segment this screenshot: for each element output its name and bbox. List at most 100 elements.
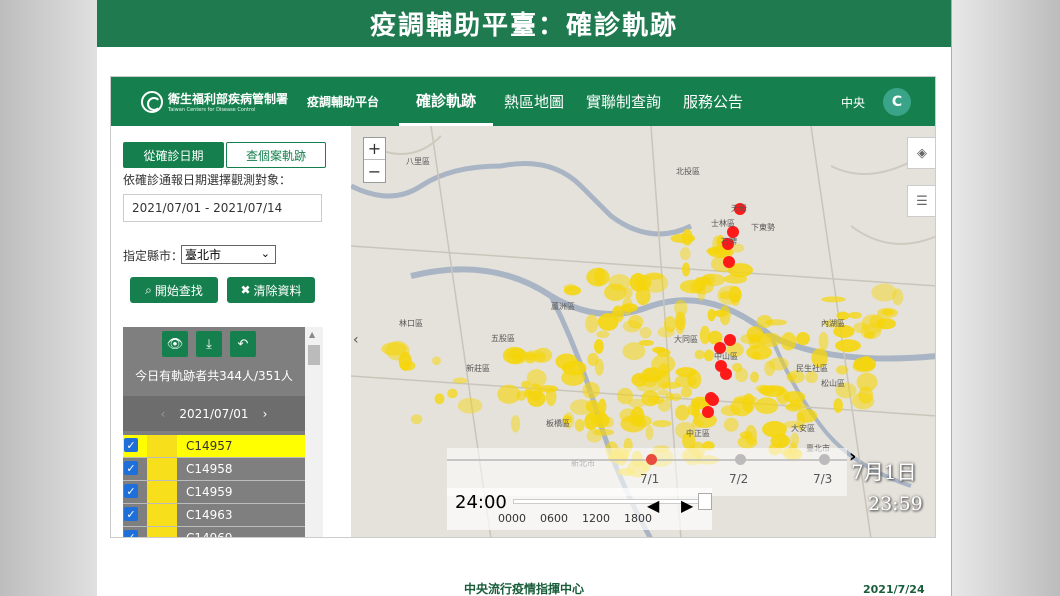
case-row[interactable]: ✓ C14957 [123, 435, 305, 458]
layers-icon[interactable]: ◈ [907, 137, 935, 169]
start-search-button[interactable]: ⌕ 開始查找 [130, 277, 218, 303]
next-date-chevron-icon[interactable]: › [263, 407, 268, 421]
nav-item-announcements[interactable]: 服務公告 [672, 77, 754, 126]
heatmap-blob [853, 357, 877, 372]
background-left [0, 0, 97, 596]
zoom-out-button[interactable]: − [364, 160, 385, 182]
prev-date-chevron-icon[interactable]: ‹ [161, 407, 166, 421]
heatmap-blob [853, 322, 869, 334]
start-search-label: 開始查找 [154, 283, 203, 298]
heatmap-blob [645, 425, 654, 441]
time-player: 24:00 0000 0600 1200 1800 [447, 488, 712, 530]
chevron-down-icon: ⌄ [260, 247, 270, 260]
case-list-scrollbar[interactable]: ▲ [305, 327, 323, 537]
time-tick: 0600 [540, 512, 568, 525]
heatmap-blob [892, 288, 904, 306]
scroll-up-arrow-icon[interactable]: ▲ [309, 330, 315, 339]
time-slider-thumb[interactable] [698, 493, 712, 510]
date-range-input[interactable]: 2021/07/01 - 2021/07/14 [123, 194, 322, 222]
track-point[interactable] [702, 406, 714, 418]
track-point[interactable] [723, 256, 735, 268]
case-row[interactable]: ✓ C14959 [123, 481, 305, 504]
heatmap-blob [410, 414, 423, 425]
tab-by-confirm-date[interactable]: 從確診日期 [123, 142, 224, 168]
heatmap-blob [701, 273, 726, 287]
collapse-panel-chevron-icon[interactable]: ‹ [353, 332, 359, 348]
track-point[interactable] [720, 368, 732, 380]
heatmap-blob [582, 381, 600, 399]
timeline-dot-7-2[interactable] [735, 454, 746, 465]
place-label: 大同區 [674, 334, 698, 344]
heatmap-blob [665, 392, 674, 401]
undo-icon[interactable]: ↶ [230, 331, 256, 357]
zoom-control: + − [363, 137, 386, 183]
timeline-label: 7/2 [729, 472, 749, 486]
nav-item-case-tracks[interactable]: 確診軌跡 [399, 77, 494, 126]
heatmap-blob [681, 228, 693, 246]
footer-date: 2021/7/24 [863, 583, 925, 596]
case-checkbox[interactable]: ✓ [124, 461, 138, 475]
place-label: 中正區 [686, 428, 710, 438]
date-hint: 依確診通報日期選擇觀測對象： [123, 173, 292, 187]
case-checkbox[interactable]: ✓ [124, 438, 138, 452]
download-icon[interactable]: ⤓ [196, 331, 222, 357]
heatmap-blob [750, 371, 760, 383]
heatmap-blob [786, 373, 798, 380]
presentation-slide: 疫調輔助平臺：確診軌跡 衛生福利部疾病管制署 Taiwan Centers fo… [97, 0, 951, 596]
heatmap-blob [818, 331, 829, 351]
place-label: 下東勢 [751, 222, 775, 232]
case-checkbox[interactable]: ✓ [124, 484, 138, 498]
cdc-logo[interactable]: 衛生福利部疾病管制署 Taiwan Centers for Disease Co… [141, 90, 301, 113]
case-id: C14958 [186, 462, 233, 476]
scroll-thumb[interactable] [308, 345, 320, 365]
case-row[interactable]: ✓ C14963 [123, 504, 305, 527]
nav-item-hotspot-map[interactable]: 熱區地圖 [493, 77, 575, 126]
case-row[interactable]: ✓ C14958 [123, 458, 305, 481]
case-color-swatch [147, 504, 177, 526]
track-summary: 今日有軌跡者共344人/351人 [135, 369, 293, 383]
step-back-icon[interactable]: ◀ [647, 496, 659, 515]
case-checkbox[interactable]: ✓ [124, 507, 138, 521]
case-checkbox[interactable]: ✓ [124, 530, 138, 537]
heatmap-blob [432, 356, 442, 366]
heatmap-blob [821, 296, 846, 303]
heatmap-blob [533, 347, 553, 363]
tab-by-case[interactable]: 查個案軌跡 [226, 142, 326, 168]
heatmap-blob [596, 330, 610, 339]
zoom-in-button[interactable]: + [364, 138, 385, 160]
heatmap-blob [652, 346, 666, 354]
heatmap-blob [630, 406, 645, 426]
top-navbar: 衛生福利部疾病管制署 Taiwan Centers for Disease Co… [111, 77, 935, 126]
timeline-dot-7-1[interactable] [646, 454, 657, 465]
heatmap-blob [624, 287, 633, 299]
track-point[interactable] [724, 334, 736, 346]
list-icon[interactable]: ☰ [907, 185, 935, 217]
nav-item-realname-query[interactable]: 實聯制查詢 [575, 77, 672, 126]
heatmap-blob [835, 339, 861, 352]
place-label: 民生社區 [796, 363, 828, 373]
case-color-swatch [147, 435, 177, 457]
eye-icon[interactable]: 👁 [162, 331, 188, 357]
clear-data-button[interactable]: ✖ 清除資料 [227, 277, 315, 303]
case-row[interactable]: ✓ C14969 [123, 527, 305, 537]
county-value: 臺北市 [185, 248, 222, 262]
place-label: 新莊區 [466, 363, 490, 373]
map-view[interactable]: 八里區 北投區 士林區 林口區 五股區 蘆洲區 大同區 中山區 內湖區 松山區 大安區 新莊區 中正區 板… [351, 126, 935, 537]
heatmap-blob [447, 388, 458, 399]
heatmap-blob [681, 262, 691, 277]
heatmap-blob [561, 360, 587, 376]
case-id: C14957 [186, 439, 233, 453]
case-color-swatch [147, 458, 177, 480]
user-avatar[interactable]: C [883, 88, 911, 116]
county-select[interactable]: 臺北市 ⌄ [181, 245, 276, 264]
timeline-dot-7-3[interactable] [819, 454, 830, 465]
place-label: 士林區 [711, 218, 735, 228]
play-icon[interactable]: ▶ [681, 496, 693, 515]
heatmap-blob [836, 365, 849, 375]
time-display: 24:00 [455, 492, 507, 513]
heatmap-blob [851, 392, 875, 410]
heatmap-blob [641, 390, 660, 407]
heatmap-blob [703, 349, 715, 362]
track-point[interactable] [707, 394, 719, 406]
time-slider-track[interactable] [513, 499, 703, 504]
